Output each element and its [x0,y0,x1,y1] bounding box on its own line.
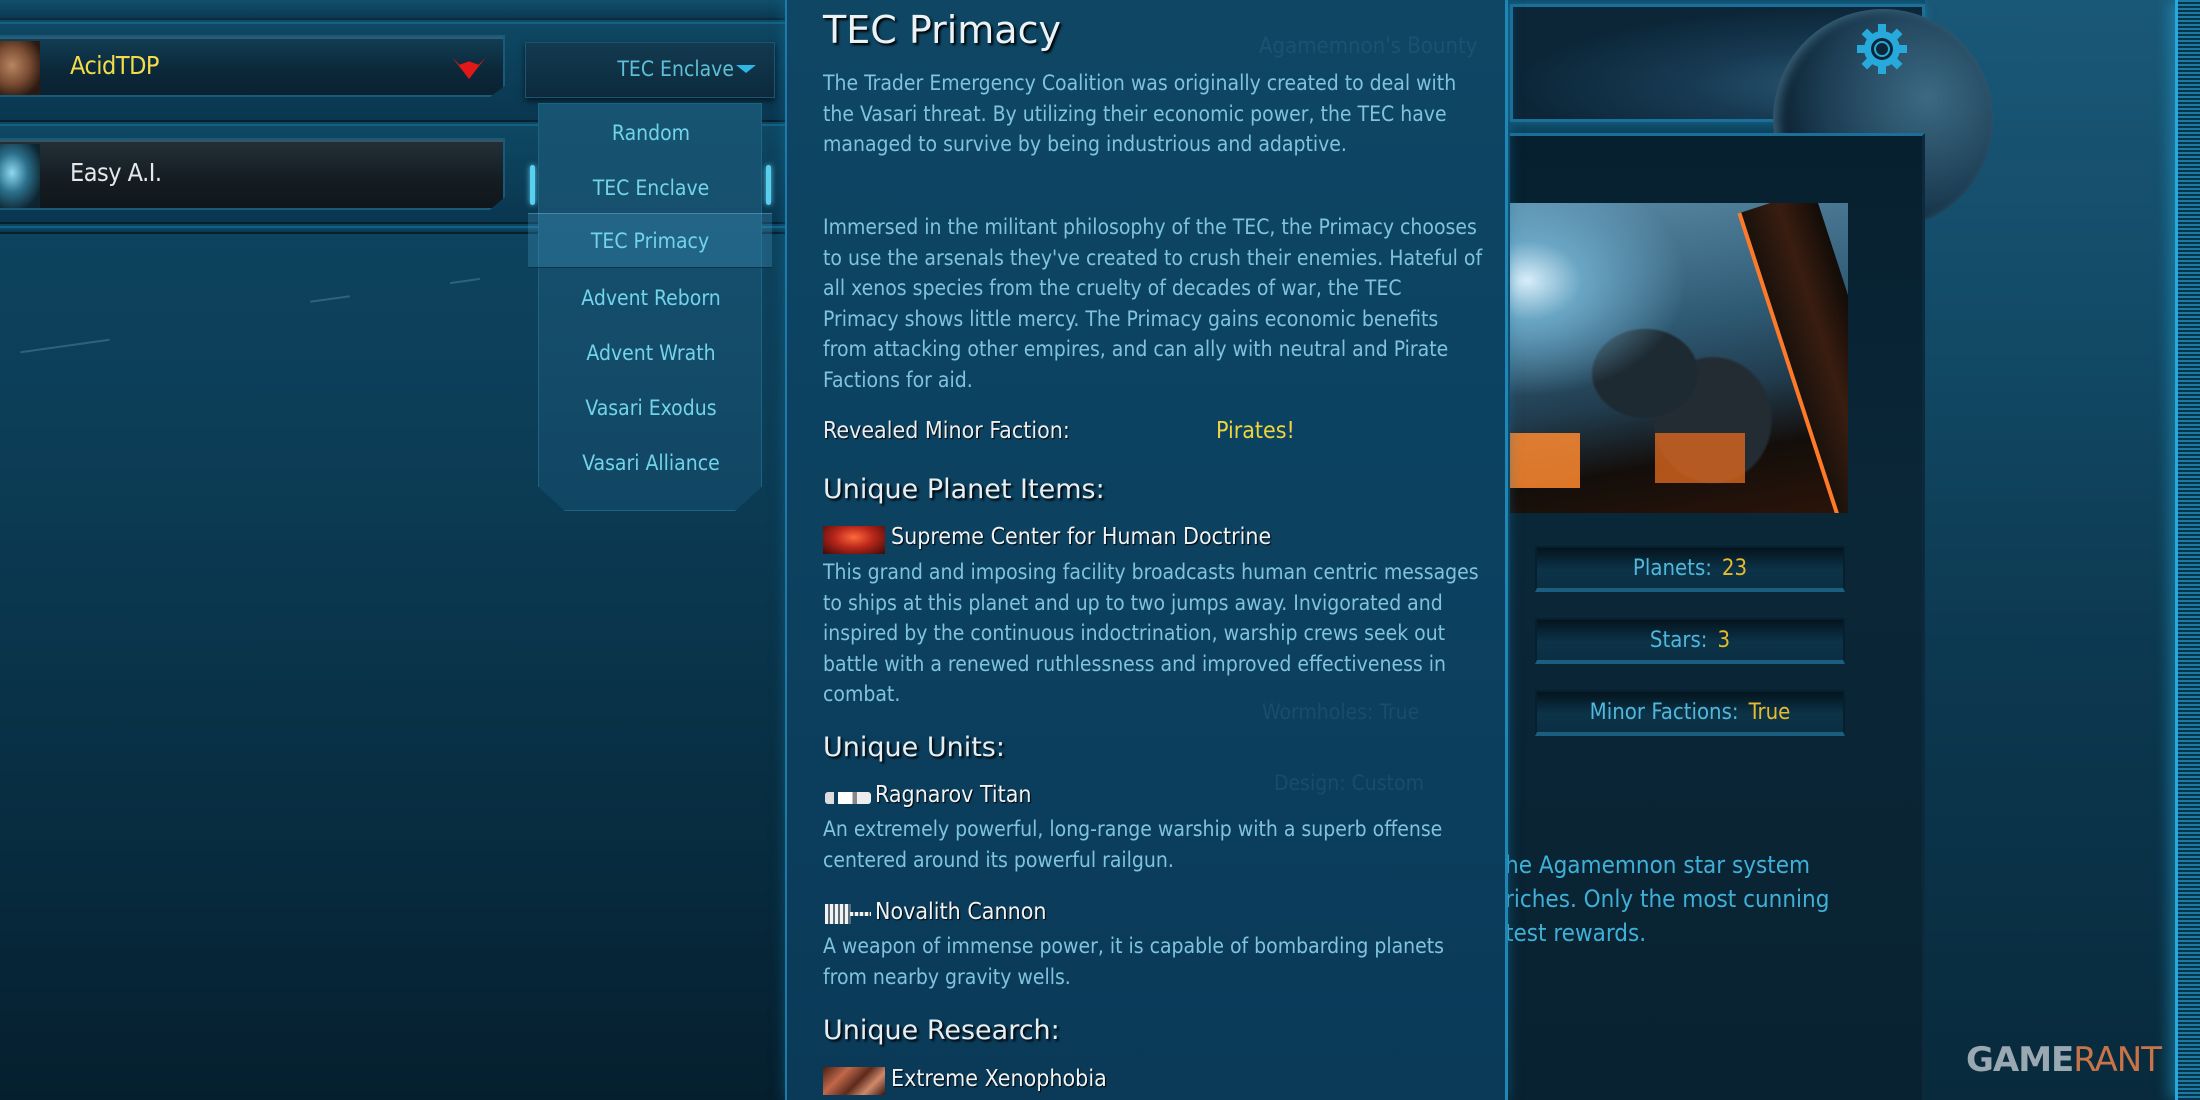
research-heading: Unique Research: [823,1015,1060,1046]
right-edge-frame [2175,0,2200,1100]
titan-ship-icon [825,792,871,804]
scroll-indicator-left [530,165,535,205]
planet-item-desc: This grand and imposing facility broadca… [823,560,1479,706]
faction-option-vasari-alliance[interactable]: Vasari Alliance [539,438,762,488]
stat-stars: Stars: 3 [1535,618,1845,664]
unit-desc: An extremely powerful, long-range warshi… [823,817,1443,872]
ghost-map-name: Agamemnon's Bounty [1259,34,1478,59]
planet-items-heading: Unique Planet Items: [823,474,1105,505]
faction-dropdown-list: Random TEC Enclave Advent Reborn Advent … [538,103,762,511]
gamerant-watermark: GAMERANT [1966,1040,2162,1080]
player-portrait [0,41,40,95]
research-icon [823,1067,885,1095]
cockpit-screen [1655,433,1745,483]
chevron-down-icon [736,65,756,73]
minor-faction-label: Revealed Minor Faction: [823,418,1070,444]
background-streak [310,295,350,303]
stat-value: 23 [1721,556,1748,581]
stat-value: 3 [1717,628,1731,653]
background-streak [450,277,480,285]
stat-label: Stars: [1649,628,1708,653]
watermark-part1: GAME [1966,1040,2074,1080]
gear-icon[interactable] [1855,22,1909,76]
top-frame-bar [0,0,785,20]
faction-dropdown-value: TEC Enclave [617,57,734,81]
watermark-part2: RANT [2073,1040,2162,1080]
faction-option-tec-enclave[interactable]: TEC Enclave [539,163,762,213]
faction-tooltip: Agamemnon's Bounty Wormholes: True Desig… [785,0,1508,1100]
unit-desc: A weapon of immense power, it is capable… [823,934,1445,989]
faction-dropdown[interactable]: TEC Enclave [525,42,775,98]
units-heading: Unique Units: [823,732,1005,763]
player-name: AcidTDP [70,51,159,80]
player-row-human[interactable]: AcidTDP [0,35,505,97]
planet-item-name: Supreme Center for Human Doctrine [891,524,1272,550]
tooltip-intro: The Trader Emergency Coalition was origi… [823,71,1457,156]
cockpit-screen [1510,433,1580,488]
cockpit-strut [1737,203,1848,513]
scroll-indicator-right [766,165,771,205]
stat-label: Minor Factions: [1589,700,1739,725]
team-emblem-icon[interactable] [452,57,486,79]
faction-option-tec-primacy[interactable]: TEC Primacy [528,213,772,268]
research-name: Extreme Xenophobia [891,1066,1107,1092]
faction-option-label: TEC Primacy [590,229,710,253]
faction-option-advent-reborn[interactable]: Advent Reborn [539,273,762,323]
stat-label: Planets: [1632,556,1712,581]
minor-faction-value: Pirates! [1216,418,1295,444]
unit-name: Novalith Cannon [875,899,1047,925]
tooltip-title: TEC Primacy [823,8,1061,52]
faction-option-advent-wrath[interactable]: Advent Wrath [539,328,762,378]
ai-player-name: Easy A.I. [70,158,162,187]
ghost-design: Design: Custom [1274,771,1424,795]
stat-minor-factions: Minor Factions: True [1535,690,1845,736]
stat-planets: Planets: 23 [1535,546,1845,592]
unit-name: Ragnarov Titan [875,782,1032,808]
cannon-icon [825,904,871,924]
map-preview-image [1510,203,1848,513]
player-row-ai[interactable]: Easy A.I. [0,138,505,210]
background-streak [20,338,110,354]
faction-option-random[interactable]: Random [539,108,762,158]
tooltip-description: Immersed in the militant philosophy of t… [823,215,1483,392]
map-description: he Agamemnon star system riches. Only th… [1505,851,1830,947]
faction-option-vasari-exodus[interactable]: Vasari Exodus [539,383,762,433]
ai-portrait [0,144,40,208]
stat-value: True [1748,700,1791,725]
building-icon [823,526,885,554]
